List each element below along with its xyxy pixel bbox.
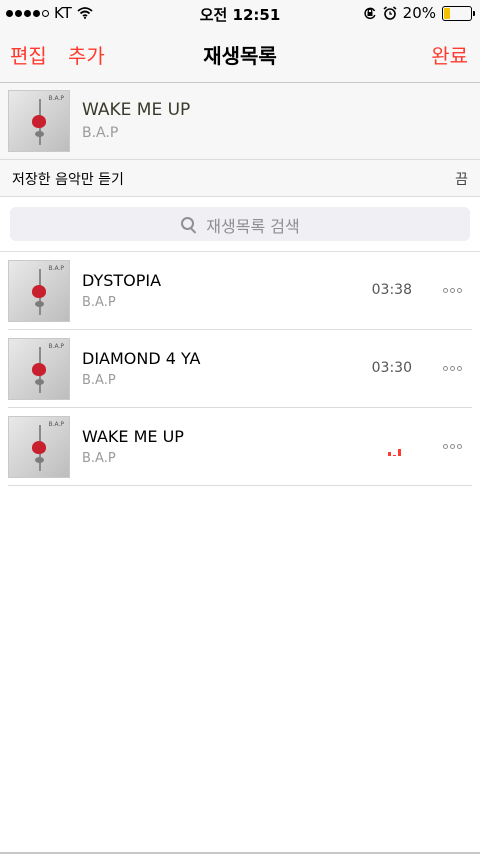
row-divider — [8, 485, 472, 486]
now-playing-artist: B.A.P — [82, 125, 119, 141]
song-artist: B.A.P — [82, 451, 116, 466]
album-cover: B.A.P — [8, 338, 70, 400]
status-bar: KT 오전 12:51 20% — [0, 0, 480, 26]
more-options-icon[interactable] — [443, 366, 462, 371]
search-input[interactable]: 재생목록 검색 — [10, 207, 470, 241]
song-row[interactable]: B.A.P DYSTOPIA B.A.P 03:38 — [0, 252, 480, 330]
status-right: 20% — [363, 4, 475, 22]
battery-percent: 20% — [402, 4, 436, 22]
song-title: DYSTOPIA — [82, 271, 162, 290]
search-placeholder: 재생목록 검색 — [206, 217, 300, 236]
album-cover: B.A.P — [8, 90, 70, 152]
now-playing-title: WAKE ME UP — [82, 100, 191, 120]
song-row[interactable]: B.A.P WAKE ME UP B.A.P — [0, 408, 480, 486]
search-icon — [180, 216, 198, 234]
song-duration: 03:30 — [371, 360, 412, 376]
offline-only-value[interactable]: 끔 — [455, 169, 468, 189]
offline-only-row[interactable]: 저장한 음악만 듣기 끔 — [0, 160, 480, 197]
song-title: DIAMOND 4 YA — [82, 349, 201, 368]
equalizer-icon — [388, 448, 404, 456]
album-cover: B.A.P — [8, 416, 70, 478]
now-playing-bar[interactable]: B.A.P WAKE ME UP B.A.P — [0, 83, 480, 160]
song-artist: B.A.P — [82, 373, 116, 388]
battery-icon — [442, 5, 475, 21]
done-button[interactable]: 완료 — [431, 40, 468, 69]
nav-bar: 편집 추가 재생목록 완료 — [0, 26, 480, 83]
song-row[interactable]: B.A.P DIAMOND 4 YA B.A.P 03:30 — [0, 330, 480, 408]
alarm-clock-icon — [383, 6, 397, 20]
album-cover: B.A.P — [8, 260, 70, 322]
more-options-icon[interactable] — [443, 288, 462, 293]
more-options-icon[interactable] — [443, 444, 462, 449]
song-title: WAKE ME UP — [82, 427, 184, 446]
page-title: 재생목록 — [203, 44, 277, 68]
song-artist: B.A.P — [82, 295, 116, 310]
offline-only-label: 저장한 음악만 듣기 — [12, 172, 124, 188]
song-duration: 03:38 — [371, 282, 412, 298]
rotation-lock-icon — [364, 7, 376, 20]
